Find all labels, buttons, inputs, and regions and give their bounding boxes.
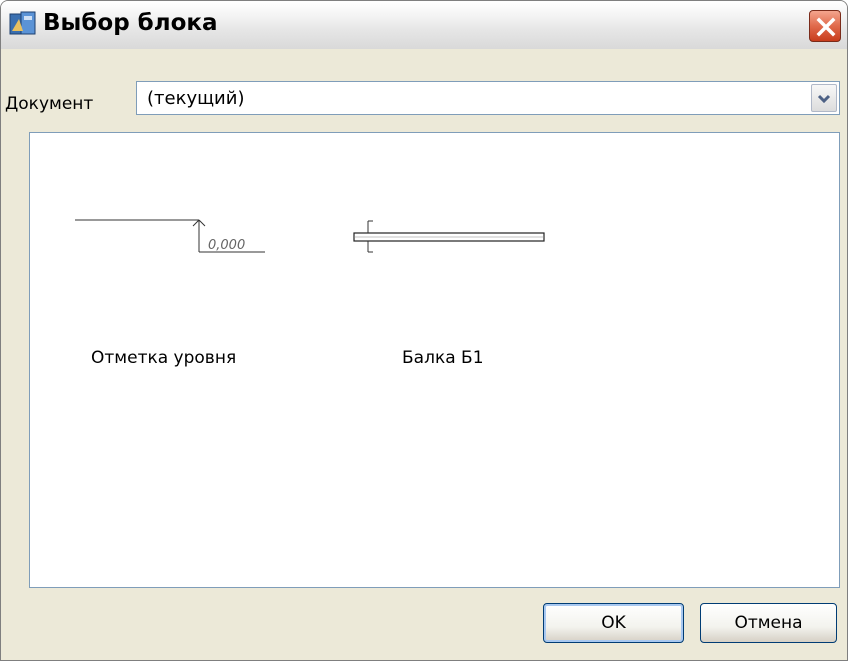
- block-label-level-mark[interactable]: Отметка уровня: [91, 348, 236, 368]
- block-select-dialog: Выбор блока Документ (текущий) 0,000 Отм…: [0, 0, 848, 661]
- chevron-down-icon: [817, 94, 831, 104]
- level-mark-value: 0,000: [208, 238, 245, 253]
- ok-button[interactable]: OK: [543, 603, 684, 643]
- window-title: Выбор блока: [43, 10, 218, 36]
- block-label-beam[interactable]: Балка Б1: [402, 348, 484, 368]
- dropdown-button[interactable]: [811, 84, 837, 112]
- app-icon: [9, 11, 37, 37]
- document-combobox[interactable]: (текущий): [136, 81, 840, 115]
- cancel-button[interactable]: Отмена: [700, 603, 837, 643]
- document-combobox-value: (текущий): [147, 88, 245, 109]
- close-button[interactable]: [809, 10, 841, 42]
- beam-preview-icon: [353, 220, 545, 253]
- title-bar[interactable]: Выбор блока: [1, 1, 847, 49]
- block-preview-area: 0,000 Отметка уровня Балка Б1: [29, 132, 840, 588]
- level-mark-preview-icon: 0,000: [75, 219, 265, 253]
- close-icon: [816, 17, 836, 37]
- block-level-mark-thumbnail[interactable]: 0,000: [75, 213, 275, 263]
- block-beam-thumbnail[interactable]: [350, 215, 550, 255]
- document-label: Документ: [5, 94, 94, 114]
